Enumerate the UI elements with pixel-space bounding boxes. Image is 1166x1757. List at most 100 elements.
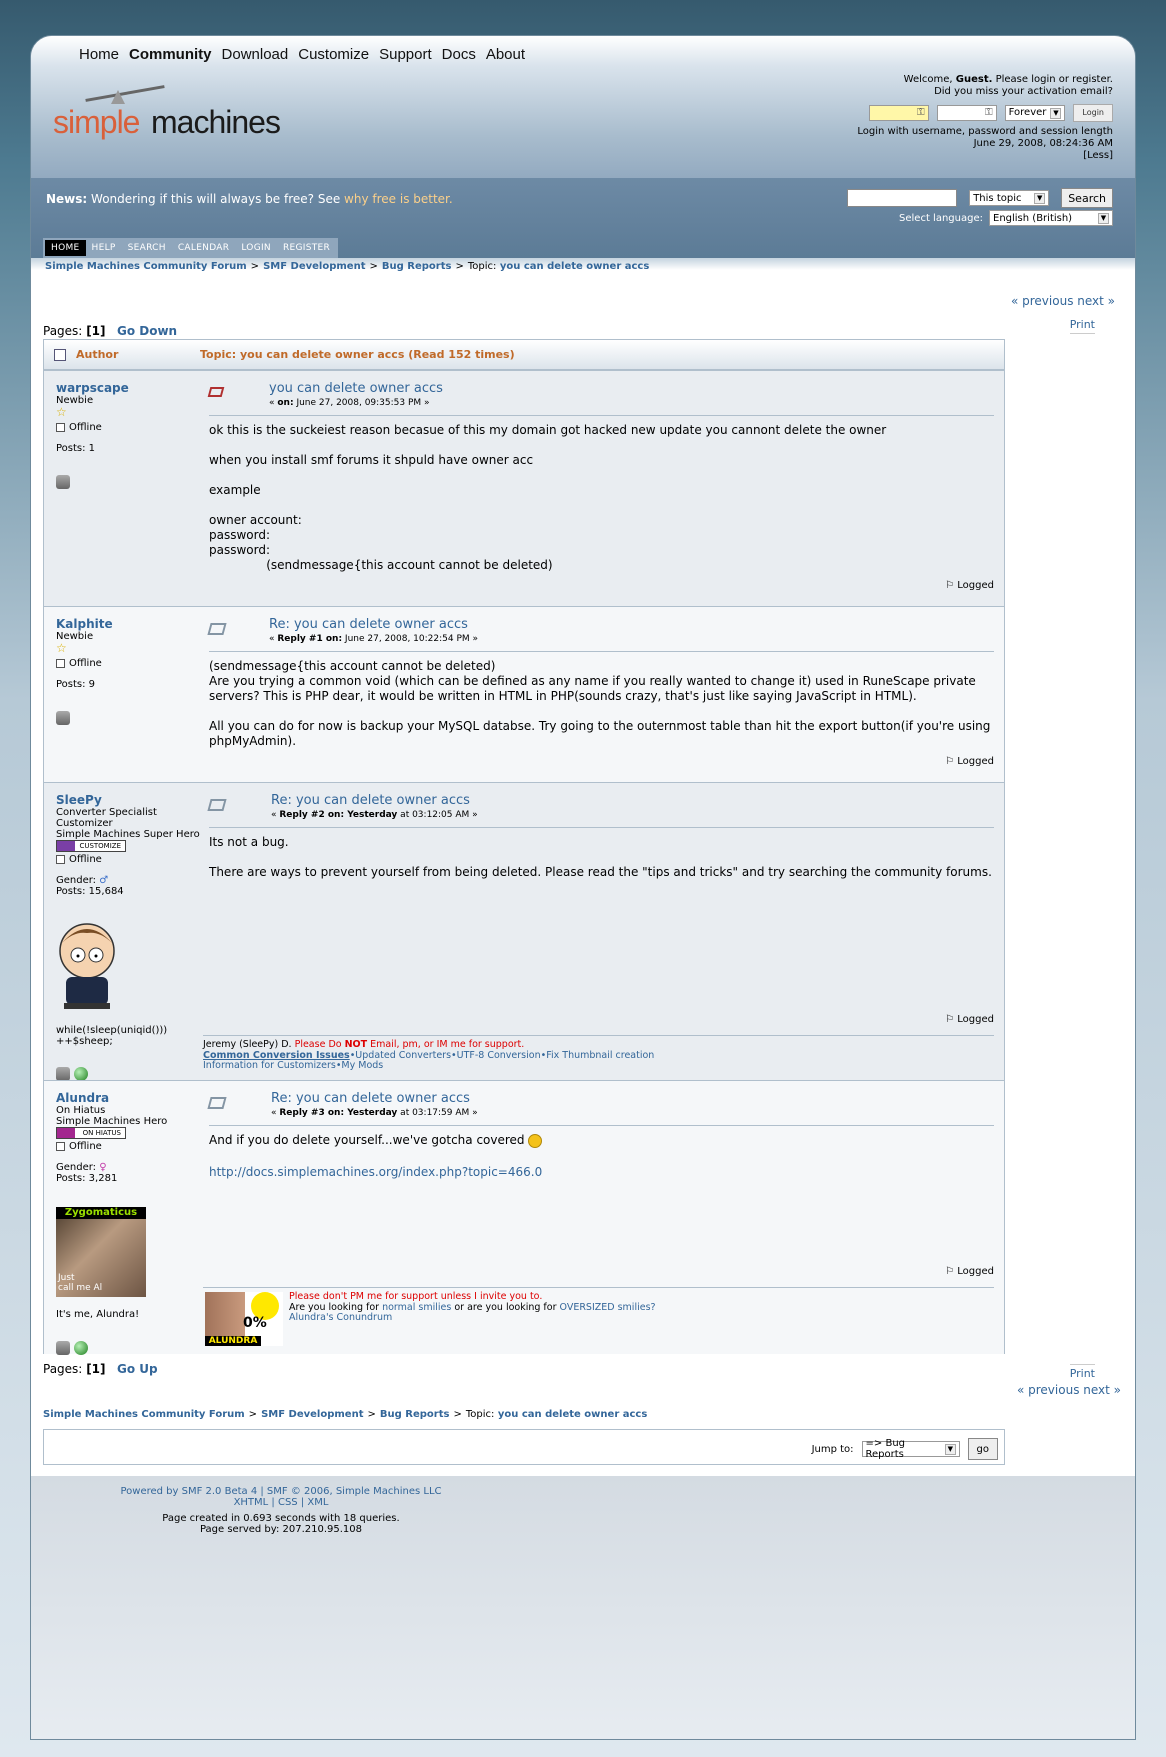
prev-next-bottom[interactable]: « previous next » (1017, 1383, 1121, 1397)
profile-icon[interactable] (56, 475, 70, 489)
poster-name[interactable]: Alundra (56, 1092, 206, 1104)
session-length-value: Forever (1008, 107, 1047, 118)
personal-text: while(!sleep(uniqid())) ++$sheep; (56, 1025, 168, 1047)
print-button-top[interactable]: Print (1069, 318, 1095, 334)
menu-search[interactable]: SEARCH (122, 240, 172, 256)
menu-help[interactable]: HELP (86, 240, 122, 256)
gender-label: Gender: (56, 1162, 97, 1173)
menu-home[interactable]: HOME (45, 240, 86, 256)
breadcrumb-board-parent[interactable]: SMF Development (263, 261, 365, 272)
go-up-link[interactable]: Go Up (117, 1362, 158, 1376)
post-title[interactable]: Re: you can delete owner accs (271, 1091, 470, 1106)
logged-text: Logged (957, 580, 994, 591)
breadcrumb-board-parent[interactable]: SMF Development (261, 1409, 363, 1420)
poster-rank: On Hiatus (56, 1105, 106, 1116)
post-divider (209, 651, 994, 652)
password-field[interactable]: ⚿ (936, 105, 997, 121)
post: SleePy Converter Specialist Customizer S… (44, 782, 1004, 1081)
profile-icon[interactable] (56, 1341, 70, 1355)
website-globe-icon[interactable] (74, 1341, 88, 1355)
nav-support[interactable]: Support (379, 46, 432, 63)
search-scope-select[interactable]: This topic ▼ (969, 190, 1050, 206)
top-nav: Home Community Download Customize Suppor… (79, 46, 535, 63)
nav-community[interactable]: Community (129, 46, 212, 63)
breadcrumb-separator: > (369, 261, 378, 272)
signature-image: 0% ALUNDRA (205, 1292, 283, 1346)
offline-icon (56, 659, 65, 668)
search-input[interactable] (847, 189, 958, 207)
gender-row: Gender: ♀ (56, 1162, 206, 1173)
prev-next-top[interactable]: « previous next » (1011, 294, 1115, 308)
breadcrumb-topic[interactable]: you can delete owner accs (498, 1409, 647, 1420)
pages-label: Pages: (43, 324, 83, 338)
nav-customize[interactable]: Customize (298, 46, 369, 63)
nav-docs[interactable]: Docs (442, 46, 476, 63)
profile-icon[interactable] (56, 1067, 70, 1081)
user-box: Welcome, Guest. Please login or register… (857, 74, 1113, 162)
poster-info: SleePy Converter Specialist Customizer S… (56, 794, 206, 1081)
sig-link-smilies[interactable]: normal smilies (382, 1302, 451, 1313)
powered-by[interactable]: Powered by SMF 2.0 Beta 4 | SMF © 2006, … (31, 1486, 531, 1497)
post-text: Its not a bug. There are ways to prevent… (209, 835, 992, 879)
menu-login[interactable]: LOGIN (235, 240, 277, 256)
sig-link-conversion[interactable]: Common Conversion Issues (203, 1050, 350, 1061)
post-link[interactable]: http://docs.simplemachines.org/index.php… (209, 1165, 994, 1180)
guest-label: Guest. (955, 74, 993, 85)
sig-warning-bold: NOT (344, 1039, 368, 1050)
post-count: Posts: 15,684 (56, 886, 124, 897)
signature: Jeremy (SleePy) D. Please Do NOT Email, … (203, 1035, 994, 1072)
poster-name[interactable]: Kalphite (56, 618, 206, 630)
status-text: Offline (69, 1141, 102, 1152)
menu-register[interactable]: REGISTER (277, 240, 336, 256)
jump-to-select[interactable]: => Bug Reports ▼ (861, 1438, 960, 1460)
pages-label: Pages: (43, 1362, 83, 1376)
login-button[interactable]: Login (1073, 104, 1113, 122)
docs-link[interactable]: http://docs.simplemachines.org/index.php… (209, 1165, 542, 1179)
site-logo[interactable]: simple machines (53, 78, 303, 148)
jump-to-row: Jump to: => Bug Reports ▼ go (812, 1438, 998, 1460)
sig-links[interactable]: •Updated Converters•UTF-8 Conversion•Fix… (350, 1050, 655, 1061)
news-link[interactable]: why free is better. (344, 192, 453, 206)
hiatus-badge: ON HIATUS (56, 1127, 126, 1139)
breadcrumb-board[interactable]: Bug Reports (382, 261, 452, 272)
print-button-bottom[interactable]: Print (1069, 1364, 1095, 1380)
welcome-post[interactable]: Please login or register. (992, 74, 1113, 85)
search-button[interactable]: Search (1061, 188, 1113, 208)
post-title[interactable]: Re: you can delete owner accs (271, 793, 470, 808)
profile-icon[interactable] (56, 711, 70, 725)
breadcrumb-board[interactable]: Bug Reports (380, 1409, 450, 1420)
page-created-stat: Page created in 0.693 seconds with 18 qu… (162, 1513, 400, 1524)
current-page: [1] (86, 1362, 106, 1376)
nav-about[interactable]: About (486, 46, 525, 63)
news-text: News: Wondering if this will always be f… (46, 192, 453, 206)
login-row: ⚿ ⚿ Forever ▼ Login (857, 104, 1113, 122)
menu-calendar[interactable]: CALENDAR (172, 240, 235, 256)
breadcrumb-topic[interactable]: you can delete owner accs (500, 261, 649, 272)
nav-download[interactable]: Download (222, 46, 289, 63)
poster-name[interactable]: warpscape (56, 382, 206, 394)
signature-percent: 0% (243, 1315, 267, 1331)
logged-icon: ⚐ (945, 1266, 958, 1277)
post-title[interactable]: Re: you can delete owner accs (269, 617, 468, 632)
website-globe-icon[interactable] (74, 1067, 88, 1081)
sig-link-oversized[interactable]: OVERSIZED smilies? (560, 1302, 656, 1313)
sig-links-customizers[interactable]: Information for Customizers•My Mods (203, 1060, 994, 1072)
validator-links[interactable]: XHTML | CSS | XML (31, 1497, 531, 1508)
post-title[interactable]: you can delete owner accs (269, 381, 443, 396)
jump-go-button[interactable]: go (967, 1438, 998, 1460)
activation-link[interactable]: Did you miss your activation email? (857, 86, 1113, 98)
poster-rank: Newbie (56, 395, 94, 406)
session-length-select[interactable]: Forever ▼ (1004, 105, 1066, 121)
less-toggle[interactable]: [Less] (857, 150, 1113, 162)
sig-link-conundrum[interactable]: Alundra's Conundrum (289, 1312, 656, 1324)
poster-name[interactable]: SleePy (56, 794, 206, 806)
breadcrumb-bottom: Simple Machines Community Forum > SMF Deve… (43, 1409, 647, 1420)
go-down-link[interactable]: Go Down (117, 324, 177, 338)
username-field[interactable]: ⚿ (868, 105, 929, 121)
language-select[interactable]: English (British) ▼ (989, 210, 1113, 226)
nav-home[interactable]: Home (79, 46, 119, 63)
breadcrumb-forum[interactable]: Simple Machines Community Forum (43, 1409, 245, 1420)
breadcrumb-forum[interactable]: Simple Machines Community Forum (45, 261, 247, 272)
smiley-icon (528, 1133, 543, 1148)
logged-indicator: ⚐ Logged (945, 1266, 994, 1277)
